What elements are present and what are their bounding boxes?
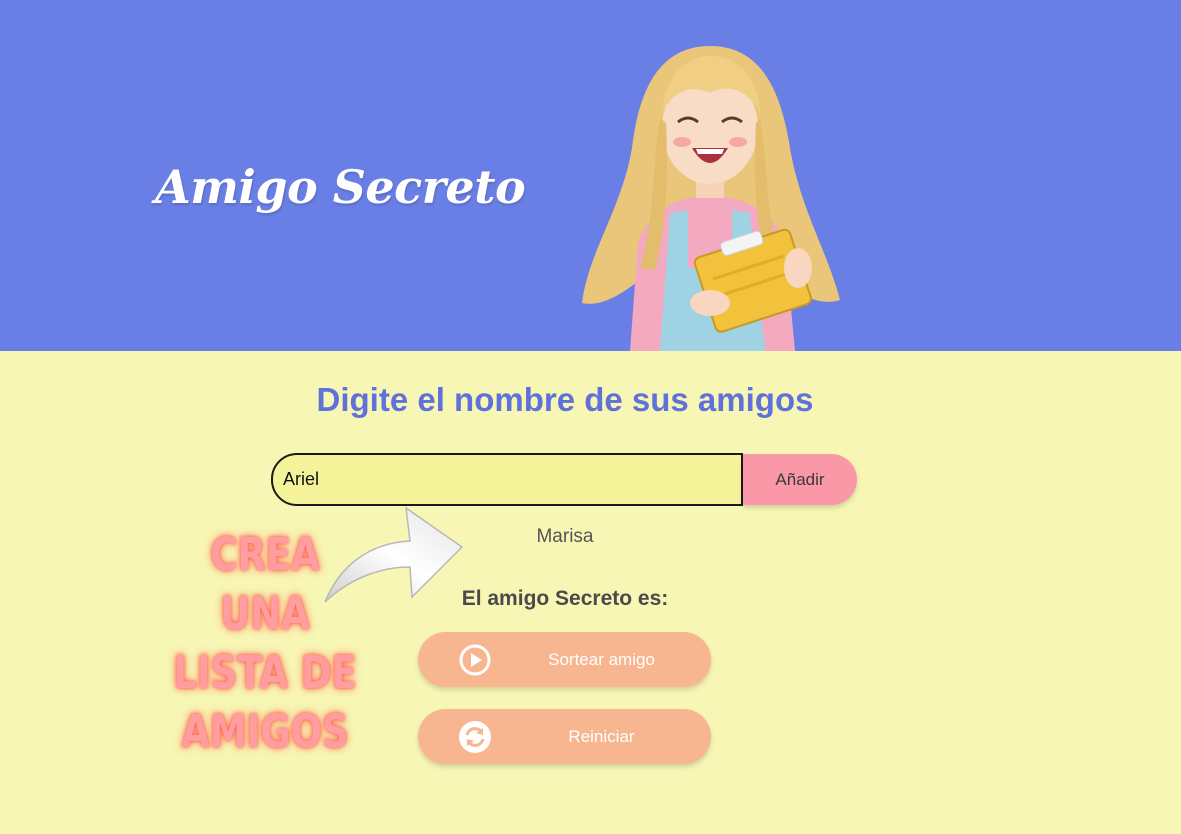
friends-list: Marisa bbox=[0, 526, 1130, 548]
girl-with-clipboard-illustration bbox=[582, 46, 840, 351]
promo-line: AMIGOS bbox=[181, 705, 349, 758]
refresh-icon bbox=[459, 721, 491, 753]
reset-label: Reiniciar bbox=[568, 727, 635, 746]
result-label: El amigo Secreto es: bbox=[461, 587, 669, 610]
list-item: Marisa bbox=[536, 526, 594, 547]
friend-name-input[interactable] bbox=[271, 453, 743, 506]
app-title: Amigo Secreto bbox=[155, 160, 526, 214]
curved-arrow-icon bbox=[324, 506, 464, 603]
reset-button[interactable]: Reiniciar bbox=[418, 709, 711, 764]
header-banner: Amigo Secreto bbox=[0, 0, 1181, 351]
draw-friend-button[interactable]: Sortear amigo bbox=[418, 632, 711, 687]
section-title: Digite el nombre de sus amigos bbox=[316, 381, 814, 418]
promo-line: LISTA DE bbox=[173, 646, 357, 699]
play-icon bbox=[459, 644, 491, 676]
add-button[interactable]: Añadir bbox=[743, 454, 857, 505]
draw-friend-label: Sortear amigo bbox=[548, 650, 655, 669]
